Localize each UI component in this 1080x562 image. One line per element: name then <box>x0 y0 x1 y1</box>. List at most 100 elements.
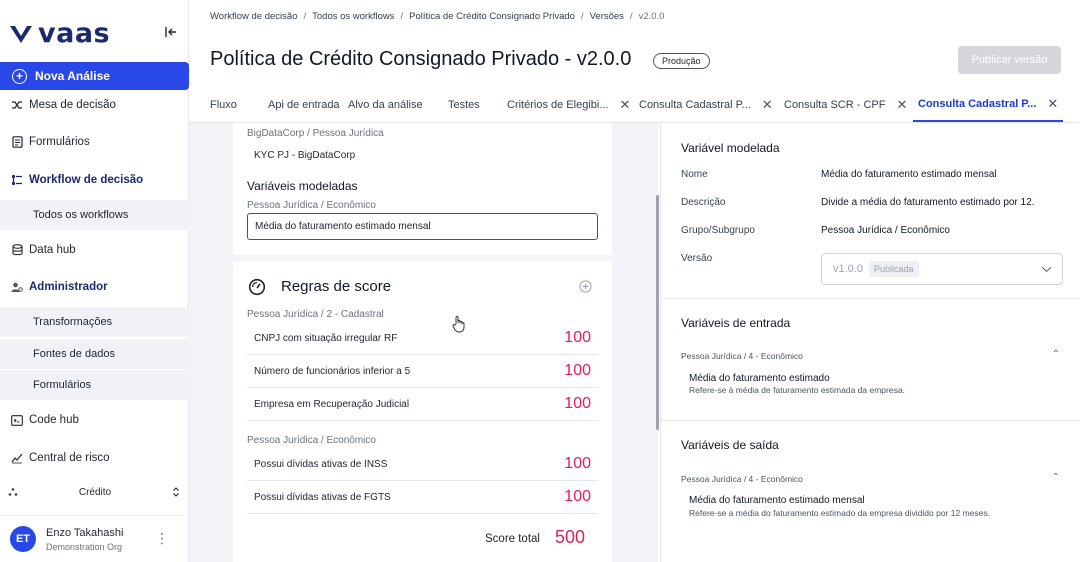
sidebar-item-codehub[interactable]: Code hub <box>0 405 189 435</box>
plus-icon: + <box>12 68 27 84</box>
sidebar-item-label: Formulários <box>29 136 90 148</box>
tab-bar: Fluxo Api de entrada Alvo da análise Tes… <box>210 88 1063 122</box>
user-name: Enzo Takahashi <box>46 526 124 539</box>
tab-label: Fluxo <box>210 99 237 111</box>
chevron-down-icon <box>1041 266 1052 272</box>
breadcrumb-item[interactable]: Política de Crédito Consignado Privado <box>409 11 575 22</box>
scrollbar[interactable] <box>656 195 659 430</box>
sidebar-subitem-todos-workflows[interactable]: Todos os workflows <box>0 200 189 230</box>
status-badge: Publicada <box>868 261 919 277</box>
hand-cursor-icon <box>452 315 465 333</box>
rule-row[interactable]: Empresa em Recuperação Judicial 100 <box>247 388 598 421</box>
score-total-label: Score total <box>485 533 540 545</box>
logo-text: vaas <box>38 18 111 49</box>
rules-group-economico: Pessoa Jurídica / Econômico <box>247 435 376 446</box>
new-analysis-label: Nova Análise <box>35 69 110 83</box>
rules-group-cadastral: Pessoa Jurídica / 2 - Cadastral <box>247 309 384 320</box>
sidebar-item-workflow[interactable]: Workflow de decisão <box>0 165 189 195</box>
collapse-icon <box>165 27 176 37</box>
code-icon <box>11 414 23 426</box>
tab-label: Alvo da análise <box>348 99 423 111</box>
chevron-up-icon[interactable]: ⌃ <box>1052 472 1060 483</box>
chevron-up-icon[interactable]: ⌃ <box>1052 349 1060 360</box>
score-total-value: 500 <box>555 527 586 547</box>
rule-row[interactable]: CNPJ com situação irregular RF 100 <box>247 322 598 355</box>
rule-row[interactable]: Número de funcionários inferior a 5 100 <box>247 355 598 388</box>
sidebar-item-formularios[interactable]: Formulários <box>0 127 189 157</box>
updown-chevron-icon <box>173 487 179 497</box>
sidebar-subitem-transformacoes[interactable]: Transformações <box>0 307 189 337</box>
close-tab-icon[interactable]: ✕ <box>620 97 631 113</box>
sidebar-item-risco[interactable]: Central de risco <box>0 443 189 473</box>
modeled-variable-label: Média do faturamento estimado mensal <box>255 221 431 232</box>
divider <box>661 298 1080 299</box>
panel-title: Variável modelada <box>681 141 780 155</box>
sidebar: vaas + Nova Análise Mesa de decisão Form… <box>0 0 189 562</box>
new-analysis-button[interactable]: + Nova Análise <box>0 62 189 90</box>
modeled-title: Variáveis modeladas <box>247 179 358 193</box>
collapse-sidebar-button[interactable] <box>161 22 181 42</box>
rule-score: 100 <box>564 395 591 412</box>
inputs-group: Pessoa Jurídica / 4 - Econômico <box>681 351 803 361</box>
add-circle-icon[interactable] <box>579 280 592 293</box>
tab-label: Consulta SCR - CPF <box>784 99 886 111</box>
tab-alvo-analise[interactable]: Alvo da análise <box>348 88 448 122</box>
database-icon <box>11 244 23 256</box>
rule-label: CNPJ com situação irregular RF <box>254 332 398 344</box>
input-variable-name: Média do faturamento estimado <box>689 373 830 384</box>
org-select-label: Crédito <box>78 486 112 498</box>
avatar: ET <box>10 526 36 552</box>
publish-version-button[interactable]: Publicar versão <box>958 46 1061 74</box>
field-value: Divide a média do faturamento estimado p… <box>821 197 1035 208</box>
tab-consulta-cadastral-1[interactable]: Consulta Cadastral P... ✕ <box>639 88 784 122</box>
breadcrumb-item[interactable]: Todos os workflows <box>312 11 394 22</box>
sidebar-item-label: Administrador <box>29 281 108 293</box>
tab-label: Critérios de Elegibi... <box>507 99 609 111</box>
variable-detail-panel: Variável modelada Nome Média do faturame… <box>660 123 1080 562</box>
tab-fluxo[interactable]: Fluxo <box>210 88 268 122</box>
sidebar-subitem-formularios[interactable]: Formulários <box>0 370 189 400</box>
workflow-icon <box>11 174 23 186</box>
rule-score: 100 <box>564 329 591 346</box>
sidebar-item-label: Workflow de decisão <box>29 174 144 186</box>
logo-icon <box>10 25 32 43</box>
rule-label: Possui dívidas ativas de INSS <box>254 458 388 470</box>
sidebar-item-datahub[interactable]: Data hub <box>0 235 189 265</box>
output-variable-desc: Refere-se a média do faturamento estimad… <box>689 508 990 518</box>
breadcrumb-current: v2.0.0 <box>638 11 665 22</box>
tab-criterios[interactable]: Critérios de Elegibi... ✕ <box>507 88 639 122</box>
rule-row[interactable]: Possui dívidas ativas de INSS 100 <box>247 448 598 481</box>
tab-label: Api de entrada <box>268 99 340 111</box>
source-card: BigDataCorp / Pessoa Jurídica KYC PJ - B… <box>233 123 612 255</box>
close-tab-icon[interactable]: ✕ <box>1047 96 1058 112</box>
close-tab-icon[interactable]: ✕ <box>762 97 773 113</box>
sidebar-item-admin[interactable]: Administrador <box>0 272 189 302</box>
input-variable-desc: Refere-se à média de faturamento estimad… <box>689 385 905 395</box>
sidebar-subitem-fontes[interactable]: Fontes de dados <box>0 339 189 369</box>
tab-consulta-scr[interactable]: Consulta SCR - CPF ✕ <box>784 88 913 122</box>
source-name: KYC PJ - BigDataCorp <box>254 150 356 161</box>
vaas-logo[interactable]: vaas <box>8 18 110 49</box>
tab-consulta-cadastral-2[interactable]: Consulta Cadastral P... ✕ <box>913 88 1063 122</box>
org-icon <box>8 488 18 496</box>
version-select[interactable]: v1.0.0 Publicada <box>821 253 1063 285</box>
breadcrumb-item[interactable]: Workflow de decisão <box>210 11 297 22</box>
org-select[interactable]: Crédito <box>8 481 180 503</box>
sidebar-item-label: Mesa de decisão <box>29 99 116 111</box>
kebab-menu-icon[interactable]: ⋮ <box>155 530 169 547</box>
rule-row[interactable]: Possui dívidas ativas de FGTS 100 <box>247 481 598 514</box>
tab-api-entrada[interactable]: Api de entrada <box>268 88 348 122</box>
score-rules-card: Regras de score Pessoa Jurídica / 2 - Ca… <box>233 261 612 562</box>
user-profile[interactable]: ET Enzo Takahashi Demonstration Org ⋮ <box>0 515 189 562</box>
risk-chart-icon <box>11 452 23 464</box>
tab-testes[interactable]: Testes <box>448 88 507 122</box>
close-tab-icon[interactable]: ✕ <box>896 97 907 113</box>
field-value: Pessoa Jurídica / Econômico <box>821 225 950 236</box>
sidebar-item-mesa[interactable]: Mesa de decisão <box>0 90 189 120</box>
modeled-variable-item[interactable]: Média do faturamento estimado mensal <box>247 213 598 240</box>
rule-score: 100 <box>564 455 591 472</box>
breadcrumb-item[interactable]: Versões <box>590 11 624 22</box>
output-variable-name: Média do faturamento estimado mensal <box>689 495 865 506</box>
tab-label: Testes <box>448 99 480 111</box>
page-title: Política de Crédito Consignado Privado -… <box>210 48 632 70</box>
